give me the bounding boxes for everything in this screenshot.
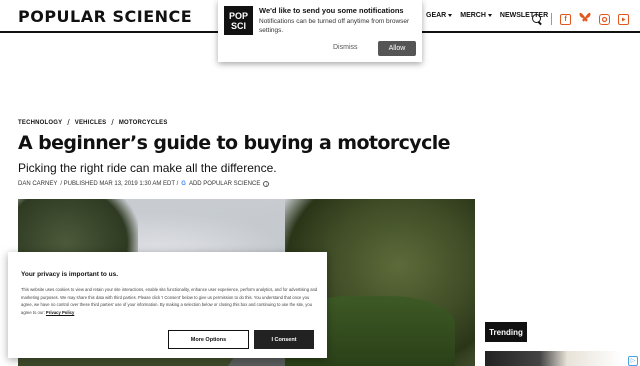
youtube-icon[interactable] [618,13,629,25]
notification-prompt: POP SCI We'd like to send you some notif… [218,0,422,62]
consent-button[interactable]: I Consent [254,330,314,349]
sidebar-ad-slot [485,200,623,312]
privacy-policy-link[interactable]: Privacy Policy [46,310,74,315]
page-title: A beginner’s guide to buying a motorcycl… [18,132,451,154]
byline: DAN CARNEY / PUBLISHED MAR 13, 2019 1:30… [18,181,270,187]
breadcrumb-separator: / [67,118,70,127]
published-date: / PUBLISHED MAR 13, 2019 1:30 AM EDT / [60,181,179,187]
popsci-logo: POP SCI [224,6,253,35]
logo-line: SCI [230,21,246,31]
instagram-icon[interactable] [599,13,610,25]
site-logo[interactable]: POPULAR SCIENCE [18,7,192,26]
breadcrumb-motorcycles[interactable]: MOTORCYCLES [119,120,168,126]
author-link[interactable]: DAN CARNEY [18,181,57,187]
nav-item-label: MERCH [460,12,486,19]
chevron-down-icon [487,14,492,17]
info-icon[interactable]: i [263,181,270,187]
trending-thumbnail[interactable] [485,351,622,366]
allow-button[interactable]: Allow [378,41,416,56]
notification-body: Notifications can be turned off anytime … [259,18,410,34]
notification-title: We'd like to send you some notifications [259,6,404,15]
nav-item-gear[interactable]: GEAR [426,12,453,19]
dismiss-button[interactable]: Dismiss [333,44,358,51]
breadcrumb-separator: / [111,118,114,127]
header-icons: f [532,10,629,28]
privacy-body: This website uses cookies to view and re… [21,286,321,317]
breadcrumb: TECHNOLOGY / VEHICLES / MOTORCYCLES [18,118,168,127]
privacy-title: Your privacy is important to us. [21,271,119,278]
flipboard-icon[interactable]: f [560,13,571,25]
main-nav: GEAR MERCH NEWSLETTER [426,12,548,19]
nav-item-label: GEAR [426,12,447,19]
nav-item-merch[interactable]: MERCH [460,12,492,19]
bluesky-icon[interactable] [579,10,591,28]
logo-line: POP [228,11,248,21]
google-icon: G [181,181,186,187]
adchoices-icon[interactable]: ▷ [628,356,638,366]
chevron-down-icon [448,14,453,17]
more-options-button[interactable]: More Options [168,330,249,349]
privacy-consent-modal: Your privacy is important to us. This we… [8,252,327,358]
trending-heading: Trending [485,322,527,342]
breadcrumb-vehicles[interactable]: VEHICLES [75,120,107,126]
article-subtitle: Picking the right ride can make all the … [18,161,277,175]
breadcrumb-technology[interactable]: TECHNOLOGY [18,120,62,126]
header-divider [551,13,552,25]
search-icon[interactable] [532,13,543,25]
add-google-source-link[interactable]: ADD POPULAR SCIENCE [189,181,260,187]
